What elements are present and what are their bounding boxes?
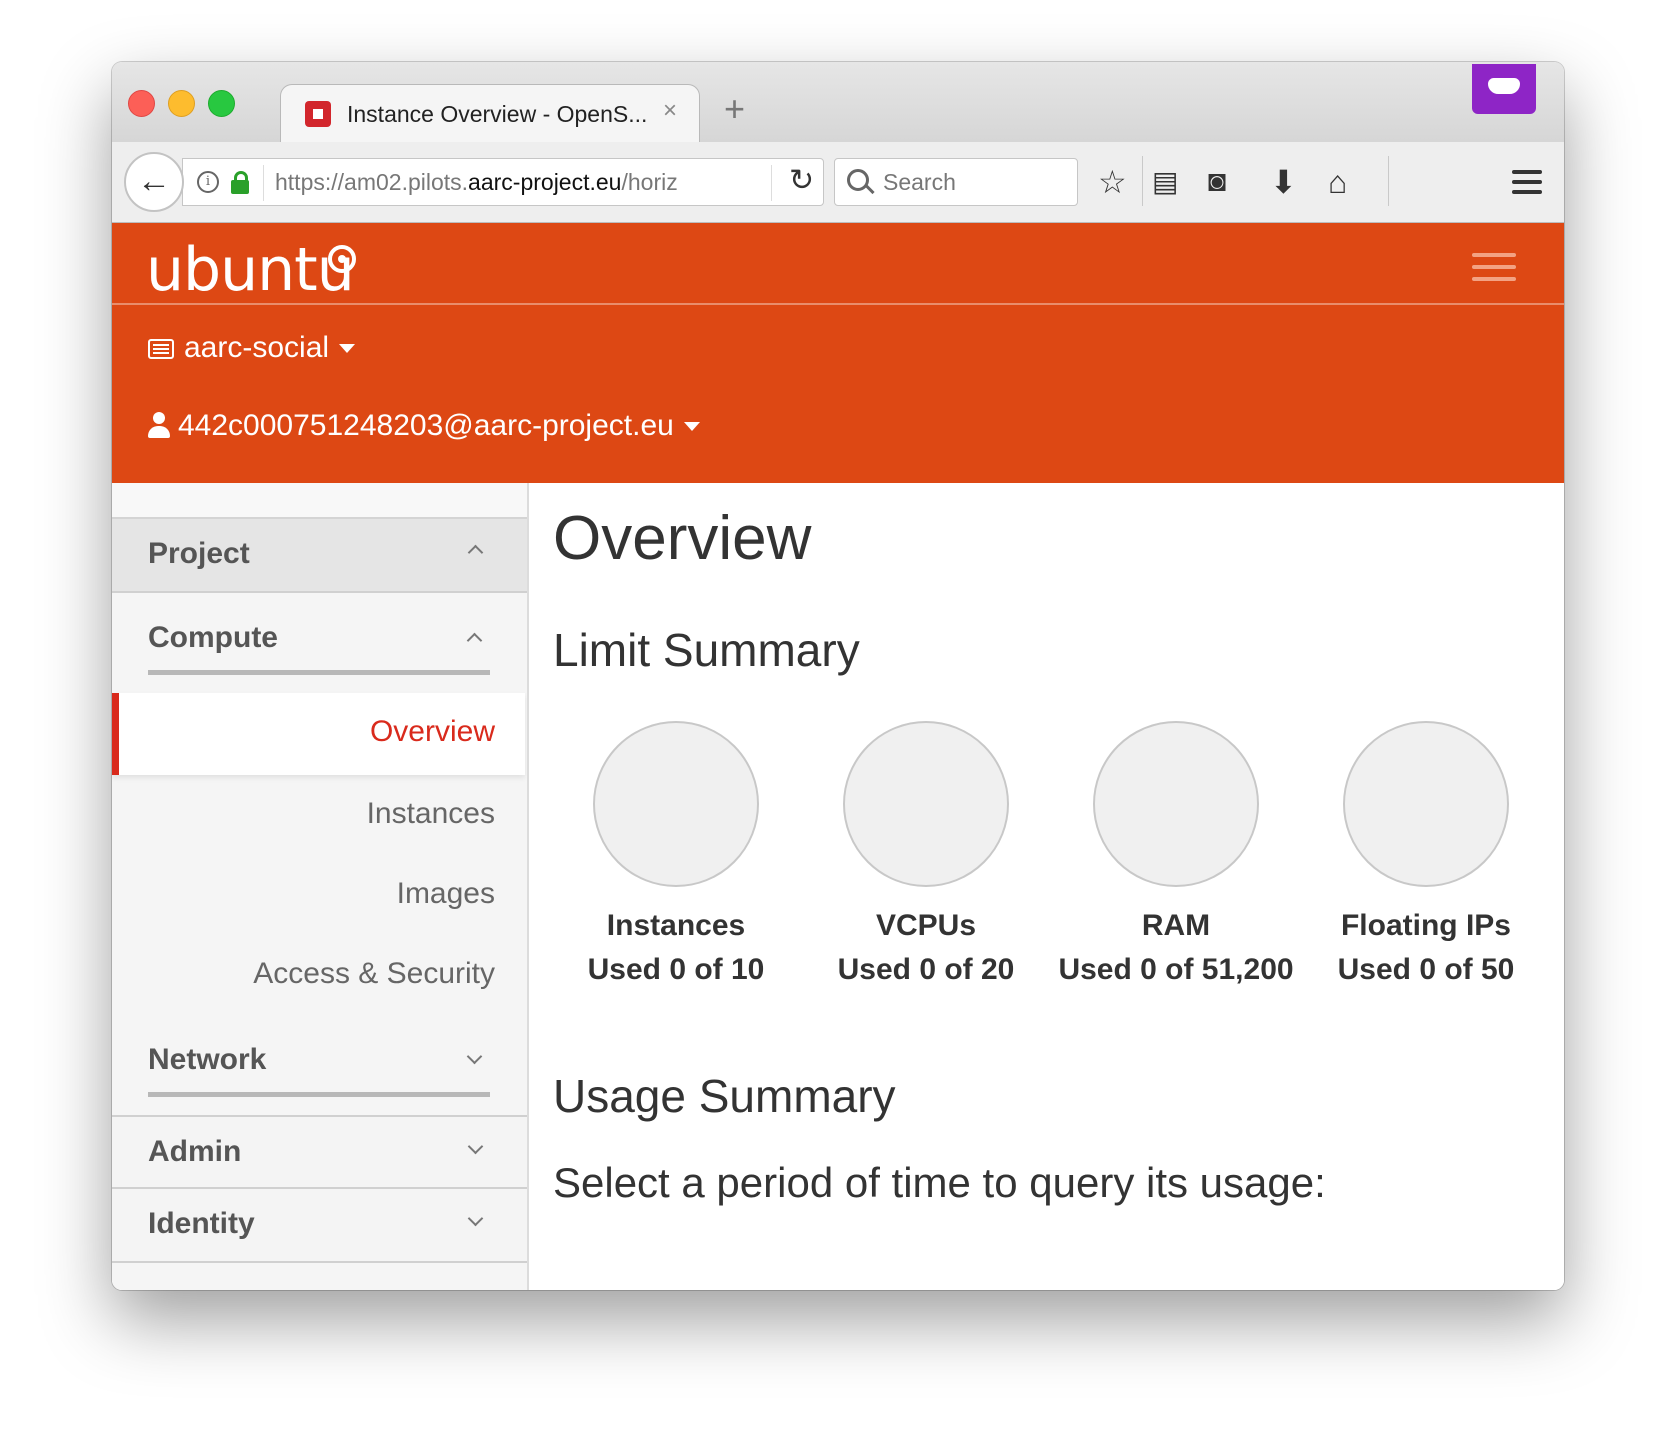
limit-label: Floating IPs — [1340, 909, 1511, 942]
sidebar-panel-label: Project — [148, 537, 250, 570]
search-icon — [847, 169, 869, 191]
pie-chart-ram — [1093, 721, 1259, 887]
url-bar[interactable]: i https://am02.pilots.aarc-project.eu/ho… — [182, 158, 824, 206]
sidebar-item-instances[interactable]: Instances — [112, 775, 525, 857]
caret-down-icon — [339, 344, 356, 353]
search-input[interactable]: Search — [834, 158, 1078, 206]
project-list-icon — [148, 339, 174, 359]
site-info-icon[interactable]: i — [197, 171, 219, 193]
private-browsing-mask-icon[interactable] — [1472, 64, 1536, 114]
minimize-window-button[interactable] — [168, 90, 195, 117]
sidebar-panel-project[interactable]: Project — [112, 519, 527, 593]
project-name: aarc-social — [184, 331, 330, 364]
sidebar-panel-label: Admin — [148, 1135, 242, 1168]
main-content: Overview Limit Summary Instances Used 0 … — [529, 483, 1564, 1290]
pocket-icon[interactable]: ◙ — [1208, 162, 1226, 202]
sidebar-group-network[interactable]: Network — [148, 1017, 490, 1097]
user-icon — [148, 412, 170, 438]
header-divider — [112, 303, 1564, 305]
limit-summary-heading: Limit Summary — [553, 624, 860, 676]
usage-summary-heading: Usage Summary — [553, 1070, 896, 1122]
sidebar-item-label: Instances — [366, 797, 495, 830]
limit-used: Used 0 of 50 — [1337, 953, 1515, 986]
limit-used: Used 0 of 20 — [837, 953, 1015, 986]
navigation-bar: i https://am02.pilots.aarc-project.eu/ho… — [112, 142, 1564, 223]
back-button[interactable]: ← — [124, 152, 184, 212]
toolbar-separator — [1142, 156, 1143, 206]
url-suffix: /horiz — [621, 169, 678, 195]
limit-used: Used 0 of 10 — [587, 953, 765, 986]
limit-used: Used 0 of 51,200 — [1058, 953, 1294, 986]
toolbar-separator-2 — [1388, 156, 1389, 206]
sidebar: Project Compute Overview Instances Image… — [112, 483, 529, 1290]
sidebar-panel-label: Identity — [148, 1207, 255, 1240]
sidebar-item-access-security[interactable]: Access & Security — [112, 935, 525, 1017]
user-menu[interactable]: 442c000751248203@aarc-project.eu — [148, 409, 700, 443]
url-domain: aarc-project.eu — [468, 169, 622, 195]
sidebar-group-label: Compute — [148, 621, 278, 654]
browser-menu-icon[interactable] — [1512, 170, 1542, 194]
sidebar-top-gap — [112, 483, 527, 519]
sidebar-item-label: Images — [396, 877, 495, 910]
sidebar-panel-identity[interactable]: Identity — [112, 1189, 527, 1263]
bookmark-star-icon[interactable]: ☆ — [1098, 162, 1127, 202]
user-name: 442c000751248203@aarc-project.eu — [178, 409, 674, 442]
sidebar-item-images[interactable]: Images — [112, 855, 525, 937]
pie-chart-instances — [593, 721, 759, 887]
page-title: Overview — [553, 504, 812, 573]
sidebar-item-overview[interactable]: Overview — [112, 693, 525, 775]
pie-chart-floating-ips — [1343, 721, 1509, 887]
url-separator — [263, 165, 264, 201]
close-window-button[interactable] — [128, 90, 155, 117]
browser-tab[interactable]: Instance Overview - OpenS... × — [280, 84, 700, 142]
url-text[interactable]: https://am02.pilots.aarc-project.eu/hori… — [275, 169, 678, 196]
sidebar-group-label: Network — [148, 1043, 267, 1076]
zoom-window-button[interactable] — [208, 90, 235, 117]
chevron-up-icon — [466, 632, 483, 649]
sidebar-panel-admin[interactable]: Admin — [112, 1115, 527, 1189]
app-header: ubuntu aarc-social 442c000751248203@aarc… — [112, 223, 1564, 483]
ubuntu-circle-icon — [328, 245, 356, 273]
limit-label: RAM — [1141, 909, 1211, 942]
home-icon[interactable]: ⌂ — [1328, 162, 1347, 202]
download-icon[interactable]: ⬇ — [1270, 162, 1297, 202]
new-tab-button[interactable]: + — [724, 88, 745, 130]
project-picker[interactable]: aarc-social — [148, 331, 356, 365]
tab-close-icon[interactable]: × — [663, 97, 677, 125]
secure-lock-icon[interactable] — [231, 171, 249, 194]
limit-label: VCPUs — [875, 909, 977, 942]
chevron-down-icon — [467, 1210, 484, 1227]
url-prefix: https://am02.pilots. — [275, 169, 469, 195]
sidebar-item-label: Overview — [369, 715, 495, 748]
tab-title: Instance Overview - OpenS... — [347, 101, 648, 127]
horizon-app: ubuntu aarc-social 442c000751248203@aarc… — [112, 223, 1564, 1290]
reload-icon[interactable]: ↻ — [789, 163, 814, 198]
ubuntu-logo[interactable]: ubuntu — [146, 235, 355, 305]
chevron-down-icon — [467, 1138, 484, 1155]
query-period-prompt: Select a period of time to query its usa… — [553, 1159, 1326, 1206]
sidebar-group-compute[interactable]: Compute — [148, 595, 490, 675]
caret-down-icon — [683, 422, 700, 431]
header-menu-toggle-icon[interactable] — [1472, 253, 1516, 283]
tab-bar: Instance Overview - OpenS... × + — [112, 62, 1564, 142]
url-separator-2 — [771, 165, 772, 201]
limit-label: Instances — [606, 909, 746, 942]
search-placeholder: Search — [883, 169, 956, 195]
browser-window: Instance Overview - OpenS... × + i https… — [112, 62, 1564, 1290]
pie-chart-vcpus — [843, 721, 1009, 887]
openstack-favicon-icon — [305, 101, 331, 127]
chevron-down-icon — [466, 1048, 483, 1065]
reading-list-icon[interactable]: ▤ — [1152, 162, 1178, 202]
chevron-up-icon — [467, 544, 484, 561]
sidebar-item-label: Access & Security — [253, 957, 495, 990]
